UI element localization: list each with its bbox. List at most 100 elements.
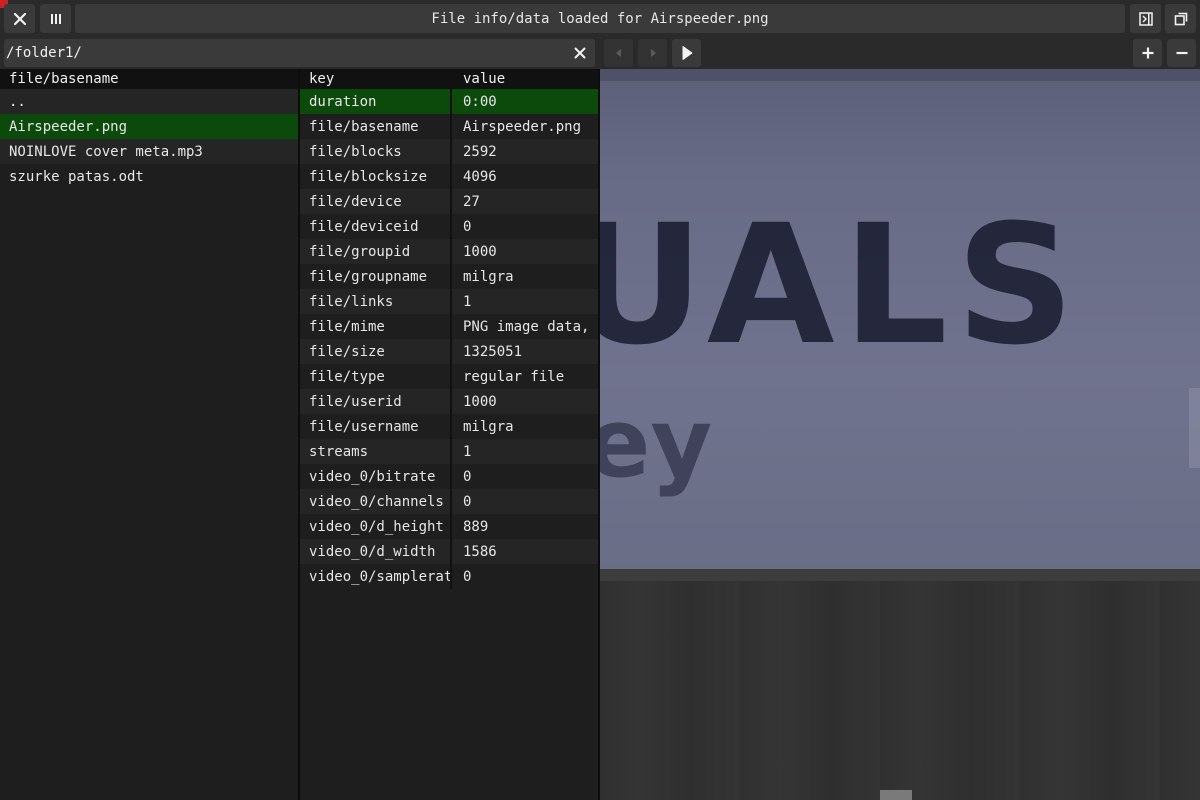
info-table-row[interactable]: video_0/samplerate 0 xyxy=(300,564,598,589)
file-list-header-label: file/basename xyxy=(9,71,119,87)
next-button[interactable] xyxy=(638,39,667,67)
info-table: key value duration 0:00 file/basename Airsp… xyxy=(300,69,598,800)
info-value: 4096 xyxy=(450,164,598,189)
file-list-rows: .. Airspeeder.png NOINLOVE cover meta.mp3 s… xyxy=(0,89,298,189)
info-key: file/groupname xyxy=(309,268,428,285)
info-key: file/mime xyxy=(309,318,385,335)
info-value: 1000 xyxy=(450,239,598,264)
info-value: 1325051 xyxy=(450,339,598,364)
info-value: 1 xyxy=(450,289,598,314)
info-value: PNG image data, 1 xyxy=(450,314,598,339)
info-key: file/links xyxy=(309,293,394,310)
close-icon xyxy=(13,12,26,25)
info-table-row[interactable]: file/size 1325051 xyxy=(300,339,598,364)
info-value: 0 xyxy=(450,489,598,514)
plus-icon xyxy=(1142,47,1153,59)
window-title: File info/data loaded for Airspeeder.png xyxy=(75,4,1125,33)
columns-button[interactable] xyxy=(40,4,71,33)
close-icon xyxy=(574,47,586,59)
top-toolbar: File info/data loaded for Airspeeder.png xyxy=(0,0,1200,37)
info-key: video_0/d_height xyxy=(309,518,444,535)
file-list-header[interactable]: file/basename xyxy=(0,69,298,89)
horizontal-scrollbar[interactable] xyxy=(880,790,912,800)
info-table-row[interactable]: video_0/d_height 889 xyxy=(300,514,598,539)
info-table-row[interactable]: file/links 1 xyxy=(300,289,598,314)
value-column-header[interactable]: value xyxy=(450,69,598,89)
info-value: 0 xyxy=(450,464,598,489)
minus-icon xyxy=(1176,51,1187,55)
path-bar: /folder1/ xyxy=(0,37,1200,69)
info-value: 1000 xyxy=(450,389,598,414)
info-table-row[interactable]: file/groupname milgra xyxy=(300,264,598,289)
image-preview[interactable]: UALS ey xyxy=(600,69,1200,800)
zoom-in-button[interactable] xyxy=(1133,39,1162,67)
info-table-row[interactable]: video_0/bitrate 0 xyxy=(300,464,598,489)
info-key: file/groupid xyxy=(309,243,411,260)
info-value: 0:00 xyxy=(450,89,598,114)
info-key: file/blocks xyxy=(309,143,402,160)
path-clear-button[interactable] xyxy=(571,44,589,62)
info-value: 1586 xyxy=(450,539,598,564)
info-value: Airspeeder.png xyxy=(450,114,598,139)
info-key: video_0/channels xyxy=(309,493,444,510)
info-table-row[interactable]: file/blocks 2592 xyxy=(300,139,598,164)
info-table-row[interactable]: file/deviceid 0 xyxy=(300,214,598,239)
info-table-header: key value xyxy=(300,69,598,89)
info-key: streams xyxy=(309,443,369,460)
columns-icon xyxy=(50,13,61,24)
info-key: file/type xyxy=(309,368,385,385)
vertical-scrollbar[interactable] xyxy=(1189,388,1200,468)
file-list-item[interactable]: szurke patas.odt xyxy=(0,164,298,189)
preview-image-edge xyxy=(600,569,1200,581)
preview-image-subtext: ey xyxy=(600,389,713,499)
preview-image: UALS ey xyxy=(600,69,1200,579)
info-table-row[interactable]: file/groupid 1000 xyxy=(300,239,598,264)
file-list-item[interactable]: .. xyxy=(0,89,298,114)
file-name: szurke patas.odt xyxy=(9,168,144,185)
info-table-row[interactable]: file/blocksize 4096 xyxy=(300,164,598,189)
file-list-item[interactable]: Airspeeder.png xyxy=(0,114,298,139)
info-value: 889 xyxy=(450,514,598,539)
zoom-out-button[interactable] xyxy=(1167,39,1196,67)
play-button[interactable] xyxy=(672,39,701,67)
info-key: file/blocksize xyxy=(309,168,428,185)
info-value: 27 xyxy=(450,189,598,214)
info-table-row[interactable]: file/type regular file xyxy=(300,364,598,389)
restore-window-button[interactable] xyxy=(1165,4,1196,33)
file-name: Airspeeder.png xyxy=(9,118,128,135)
info-table-row[interactable]: file/basename Airspeeder.png xyxy=(300,114,598,139)
close-button[interactable] xyxy=(4,4,35,33)
info-table-row[interactable]: streams 1 xyxy=(300,439,598,464)
info-table-row[interactable]: file/mime PNG image data, 1 xyxy=(300,314,598,339)
preview-background xyxy=(600,581,1200,800)
info-table-row[interactable]: video_0/d_width 1586 xyxy=(300,539,598,564)
path-input[interactable]: /folder1/ xyxy=(4,39,595,67)
info-value: 0 xyxy=(450,214,598,239)
path-input-value: /folder1/ xyxy=(6,45,82,61)
sidebar-toggle-icon xyxy=(1138,11,1153,26)
info-key: file/username xyxy=(309,418,419,435)
info-value: 0 xyxy=(450,564,598,589)
info-key: file/userid xyxy=(309,393,402,410)
info-table-row[interactable]: file/device 27 xyxy=(300,189,598,214)
previous-button[interactable] xyxy=(604,39,633,67)
info-value: 2592 xyxy=(450,139,598,164)
info-key: video_0/samplerate xyxy=(309,568,450,585)
info-table-row[interactable]: video_0/channels 0 xyxy=(300,489,598,514)
info-key: file/basename xyxy=(309,118,419,135)
file-name: NOINLOVE cover meta.mp3 xyxy=(9,143,203,160)
restore-window-icon xyxy=(1174,12,1187,25)
info-key: file/deviceid xyxy=(309,218,419,235)
info-value: milgra xyxy=(450,264,598,289)
file-list: file/basename .. Airspeeder.png NOINLOVE c… xyxy=(0,69,298,800)
key-column-header[interactable]: key xyxy=(300,69,450,89)
info-key: file/size xyxy=(309,343,385,360)
file-list-item[interactable]: NOINLOVE cover meta.mp3 xyxy=(0,139,298,164)
info-table-row[interactable]: file/username milgra xyxy=(300,414,598,439)
info-key: video_0/d_width xyxy=(309,543,436,560)
file-name: .. xyxy=(9,93,26,110)
next-icon xyxy=(650,49,656,57)
info-table-row[interactable]: duration 0:00 xyxy=(300,89,598,114)
info-table-row[interactable]: file/userid 1000 xyxy=(300,389,598,414)
sidebar-toggle-button[interactable] xyxy=(1130,4,1161,33)
